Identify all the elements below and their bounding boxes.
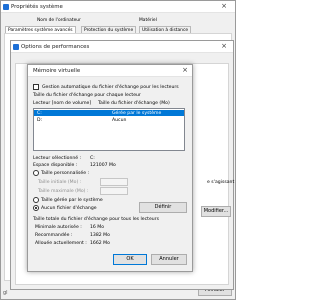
total-caption: Taille totale du fichier d'échange pour … <box>33 217 159 222</box>
selected-drive-label: Lecteur sélectionné : <box>33 156 82 161</box>
custom-size-radio[interactable] <box>33 170 39 176</box>
recommended-label: Recommandée : <box>35 233 73 238</box>
system-properties-title: Propriétés système <box>11 4 63 10</box>
min-allowed-label: Minimale autorisée : <box>35 225 82 230</box>
drive-letter: D: <box>37 117 43 123</box>
drive-list[interactable]: C: Gérée par le système D: Aucun <box>33 108 185 151</box>
auto-manage-checkbox[interactable] <box>33 84 39 90</box>
virtual-memory-titlebar: Mémoire virtuelle × <box>28 65 192 77</box>
table-row[interactable]: C: Gérée par le système <box>34 110 184 116</box>
performance-side-text: e s'agissant <box>207 180 235 185</box>
min-allowed-value: 16 Mo <box>90 225 105 230</box>
free-space-label: Espace disponible : <box>33 163 78 168</box>
drive-size: Gérée par le système <box>112 110 162 116</box>
performance-options-title: Options de performances <box>21 44 90 50</box>
per-drive-caption: Taille du fichier d'échange pour chaque … <box>33 93 141 98</box>
max-size-input[interactable] <box>100 187 128 195</box>
system-managed-label: Taille gérée par le système <box>41 198 103 203</box>
performance-options-titlebar: Options de performances × <box>11 41 233 53</box>
computer-icon <box>3 4 9 10</box>
system-properties-titlebar: Propriétés système × <box>1 1 235 13</box>
initial-size-input[interactable] <box>100 178 128 186</box>
virtual-memory-dialog: Mémoire virtuelle × Gestion automatique … <box>27 64 193 272</box>
drive-letter: C: <box>37 110 42 116</box>
table-row[interactable]: D: Aucun <box>34 117 184 123</box>
initial-size-label: Taille initiale (Mo) : <box>38 180 82 185</box>
virtual-memory-title: Mémoire virtuelle <box>33 68 81 74</box>
define-button[interactable]: Définir <box>139 202 187 213</box>
tab-computer-name[interactable]: Nom de l'ordinateur <box>35 17 83 24</box>
free-space-value: 121007 Mo <box>90 163 116 168</box>
close-icon[interactable]: × <box>221 43 227 50</box>
currently-allocated-label: Allouée actuellement : <box>35 241 87 246</box>
max-size-label: Taille maximale (Mo) : <box>38 189 89 194</box>
cancel-button[interactable]: Annuler <box>151 254 187 265</box>
ok-button[interactable]: OK <box>113 254 147 265</box>
recommended-value: 1382 Mo <box>90 233 110 238</box>
computer-icon <box>13 44 19 50</box>
size-column-header: Taille du fichier d'échange (Mo) <box>98 101 170 106</box>
modify-button[interactable]: Modifier... <box>201 206 231 217</box>
drive-column-header: Lecteur [nom de volume] <box>33 101 92 106</box>
auto-manage-label: Gestion automatique du fichier d'échange… <box>42 85 179 90</box>
custom-size-label: Taille personnalisée : <box>41 171 90 176</box>
selected-drive-value: C: <box>90 156 95 161</box>
system-managed-radio[interactable] <box>33 197 39 203</box>
currently-allocated-value: 1662 Mo <box>90 241 110 246</box>
taskbar-text: gl <box>3 290 8 296</box>
close-icon[interactable]: × <box>221 3 227 10</box>
no-paging-file-radio[interactable] <box>33 205 39 211</box>
tab-hardware[interactable]: Matériel <box>137 17 159 24</box>
drive-size: Aucun <box>112 117 127 123</box>
close-icon[interactable]: × <box>182 67 188 74</box>
no-paging-file-label: Aucun fichier d'échange <box>41 206 97 211</box>
